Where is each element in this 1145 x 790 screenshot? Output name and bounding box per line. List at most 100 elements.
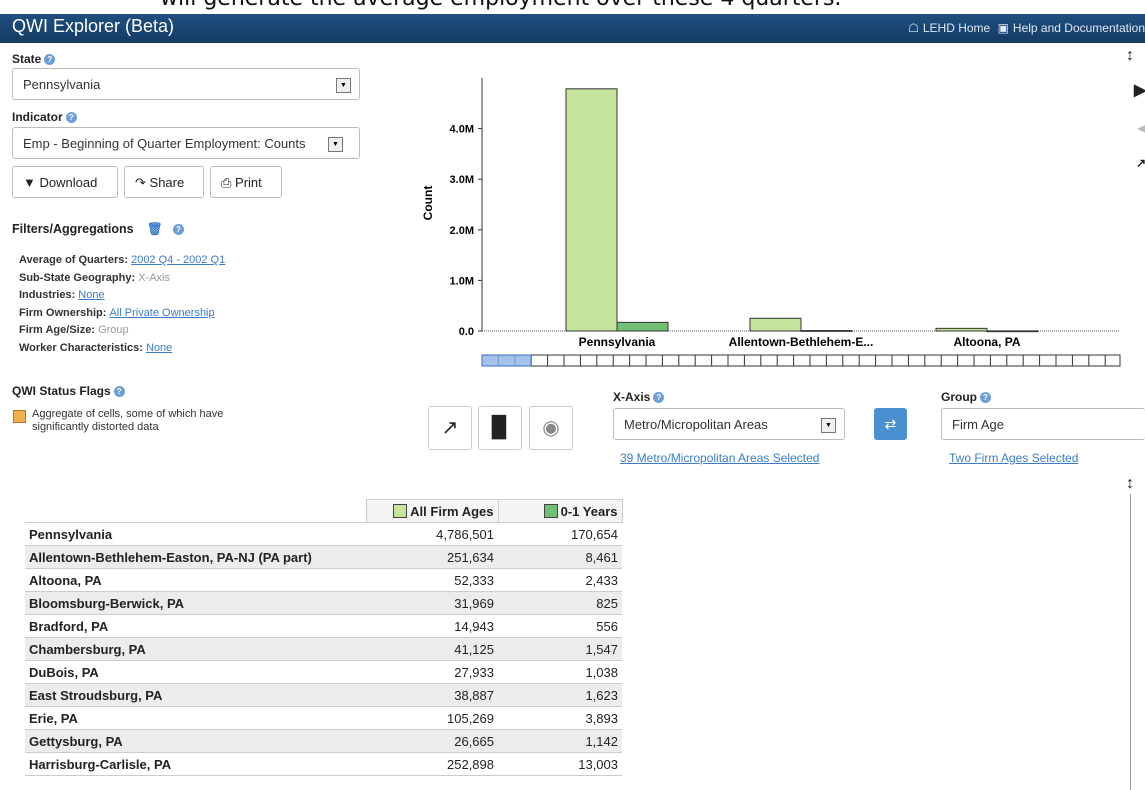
row-label: Gettysburg, PA — [25, 729, 366, 753]
bar-chart-icon: ▉ — [492, 417, 508, 439]
cell-value: 13,003 — [498, 752, 622, 776]
help-link[interactable]: Help and Documentation — [1013, 21, 1145, 35]
row-label: Harrisburg-Carlisle, PA — [25, 752, 366, 776]
play-icon[interactable]: ▶ — [1134, 80, 1145, 100]
state-value: Pennsylvania — [23, 77, 101, 92]
row-label: Pennsylvania — [25, 522, 366, 546]
lehd-home-link[interactable]: LEHD Home — [923, 21, 990, 35]
series-swatch — [393, 503, 408, 518]
trash-icon[interactable]: 🗑 — [147, 222, 163, 236]
help-icon[interactable]: ? — [980, 392, 991, 403]
cell-value: 26,665 — [366, 729, 498, 753]
print-button[interactable]: ⎙ Print — [210, 166, 282, 198]
annotate-icon[interactable]: ↗ — [1136, 156, 1145, 170]
group-select[interactable]: Firm Age — [941, 408, 1145, 440]
filter-row: Industries: None — [19, 287, 225, 305]
filter-label: Average of Quarters: — [19, 254, 132, 266]
back-icon[interactable]: ◀ — [1138, 118, 1145, 138]
dropdown-arrow-icon[interactable]: ▼ — [336, 78, 351, 93]
bar — [749, 317, 802, 332]
scrollbar[interactable] — [1130, 494, 1145, 790]
data-table: All Firm Ages 0-1 Years Pennsylvania 4,78… — [25, 499, 623, 776]
row-label: Bloomsburg-Berwick, PA — [25, 591, 366, 615]
cell-value: 1,038 — [498, 660, 622, 684]
filter-value[interactable]: None — [78, 289, 104, 301]
cell-value: 825 — [498, 591, 622, 615]
bar — [935, 327, 988, 332]
x-tick-label: Allentown-Bethlehem-E... — [729, 335, 874, 349]
filter-value[interactable]: None — [146, 342, 172, 354]
table-row: DuBois, PA 27,933 1,038 — [25, 660, 622, 684]
swap-axes-button[interactable]: ⇄ — [874, 408, 907, 440]
row-label: East Stroudsburg, PA — [25, 683, 366, 707]
help-icon[interactable]: ? — [44, 54, 56, 65]
help-icon[interactable]: ? — [172, 224, 184, 235]
cell-value: 1,142 — [498, 729, 622, 753]
row-label: Erie, PA — [25, 706, 366, 730]
app-title: QWI Explorer (Beta) — [12, 16, 175, 36]
filter-label: Firm Age/Size: — [19, 324, 99, 336]
cell-value: 14,943 — [366, 614, 498, 638]
table-row: East Stroudsburg, PA 38,887 1,623 — [25, 683, 622, 707]
flag-description: Aggregate of cells, some of which have s… — [32, 408, 224, 433]
share-button[interactable]: ↷ Share — [124, 166, 204, 198]
bar — [616, 321, 669, 332]
table-row: Gettysburg, PA 26,665 1,142 — [25, 729, 622, 753]
cell-value: 1,623 — [498, 683, 622, 707]
filter-value: X-Axis — [138, 271, 170, 284]
resize-icon[interactable]: ↕ — [1126, 47, 1134, 65]
help-icon[interactable]: ? — [65, 112, 77, 123]
filter-label: Industries: — [19, 289, 79, 301]
swap-icon: ⇄ — [884, 416, 897, 432]
filter-label: Firm Ownership: — [19, 306, 110, 319]
cell-value: 52,333 — [366, 568, 498, 592]
cell-value: 3,893 — [498, 706, 622, 730]
table-row: Pennsylvania 4,786,501 170,654 — [25, 522, 622, 546]
filters-list: Average of Quarters: 2002 Q4 - 2002 Q1 Su… — [19, 252, 225, 357]
xaxis-selected-link[interactable]: 39 Metro/Micropolitan Areas Selected — [620, 451, 819, 465]
group-label: Group? — [941, 390, 991, 404]
table-row: Erie, PA 105,269 3,893 — [25, 706, 622, 730]
indicator-value: Emp - Beginning of Quarter Employment: C… — [23, 136, 306, 151]
y-tick-label: 3.0M — [450, 174, 474, 186]
dropdown-arrow-icon[interactable]: ▼ — [821, 418, 836, 433]
help-icon[interactable]: ? — [113, 386, 125, 397]
download-button[interactable]: ▼ Download — [12, 166, 118, 198]
cell-value: 27,933 — [366, 660, 498, 684]
dropdown-arrow-icon[interactable]: ▼ — [328, 137, 343, 152]
cell-value: 1,547 — [498, 637, 622, 661]
filter-row: Sub-State Geography: X-Axis — [19, 270, 225, 288]
help-icon[interactable]: ? — [653, 392, 665, 403]
cell-value: 2,433 — [498, 568, 622, 592]
cell-value: 41,125 — [366, 637, 498, 661]
row-label: Altoona, PA — [25, 568, 366, 592]
row-label: DuBois, PA — [25, 660, 366, 684]
table-row: Chambersburg, PA 41,125 1,547 — [25, 637, 622, 661]
line-chart-button[interactable]: ↗ — [428, 406, 472, 450]
table-row: Harrisburg-Carlisle, PA 252,898 13,003 — [25, 752, 622, 776]
group-selected-link[interactable]: Two Firm Ages Selected — [949, 451, 1078, 465]
line-chart-icon: ↗ — [441, 417, 459, 439]
caption-text: will generate the average employment ove… — [160, 0, 841, 11]
series-swatch — [543, 503, 558, 518]
indicator-select[interactable]: Emp - Beginning of Quarter Employment: C… — [12, 127, 360, 159]
cell-value: 38,887 — [366, 683, 498, 707]
y-axis-title: Count — [421, 186, 435, 221]
xaxis-label: X-Axis? — [613, 390, 665, 404]
filter-row: Firm Age/Size: Group — [19, 322, 225, 340]
resize-icon[interactable]: ↕ — [1126, 475, 1134, 493]
column-header[interactable]: 0-1 Years — [497, 499, 623, 523]
download-icon: ▼ — [23, 175, 36, 190]
home-icon: ☖ — [908, 21, 919, 35]
filter-value[interactable]: All Private Ownership — [109, 307, 214, 319]
state-select[interactable]: Pennsylvania ▼ — [12, 68, 360, 100]
y-tick-label: 4.0M — [450, 124, 474, 136]
xaxis-select[interactable]: Metro/Micropolitan Areas ▼ — [613, 408, 845, 440]
filter-value[interactable]: 2002 Q4 - 2002 Q1 — [131, 254, 225, 266]
filter-row: Firm Ownership: All Private Ownership — [19, 305, 225, 323]
column-header[interactable]: All Firm Ages — [365, 499, 499, 523]
range-navigator — [481, 354, 1121, 367]
row-label: Bradford, PA — [25, 614, 366, 638]
bar-chart-button[interactable]: ▉ — [478, 406, 522, 450]
map-button[interactable]: ◉ — [529, 406, 573, 450]
